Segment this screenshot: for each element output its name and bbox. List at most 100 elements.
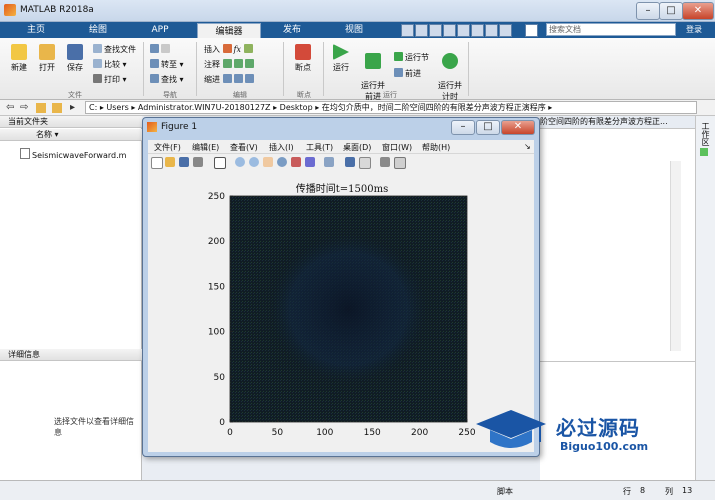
seismic-wavefield-plot[interactable]: 0 50 100 150 200 250 0 50 100 150 200 250 (143, 118, 541, 458)
current-folder-path[interactable]: C: ▸ Users ▸ Administrator.WIN7U-2018012… (85, 101, 697, 114)
folder-up-icon[interactable] (36, 103, 46, 113)
nav-back-forward[interactable] (150, 44, 172, 54)
x-tick-label: 200 (411, 428, 428, 438)
minimize-button[interactable]: – (636, 2, 660, 20)
current-folder-panel: 当前文件夹 名称 ▾ SeismicwaveForward.m 详细信息 选择文… (0, 116, 142, 499)
insert-button[interactable]: 插入 fx (204, 44, 255, 55)
tab-plots[interactable]: 绘图 (70, 22, 126, 38)
breakpoints-button[interactable]: 断点 (288, 44, 318, 73)
smart-indent-icon (222, 74, 232, 83)
open-button[interactable]: 打开 (32, 44, 62, 73)
run-play-icon (333, 44, 349, 60)
row-value: 8 (640, 486, 646, 495)
goto-button[interactable]: 转至 ▾ (150, 59, 184, 70)
address-bar: ⇦ ⇨ ▸ C: ▸ Users ▸ Administrator.WIN7U-2… (0, 100, 715, 116)
y-tick-label: 0 (219, 418, 225, 428)
figure-window[interactable]: Figure 1 – □ ✕ 文件(F) 编辑(E) 查看(V) 插入(I) 工… (142, 117, 540, 457)
path-segment[interactable]: C: (89, 103, 97, 112)
uncomment-icon (233, 59, 243, 68)
path-segment[interactable]: Desktop (280, 103, 313, 112)
arrow-right-icon (161, 44, 170, 53)
group-navigate-label: 导航 (163, 91, 177, 99)
watermark-url: Biguo100.com (560, 440, 649, 453)
group-file-label: 文件 (68, 91, 82, 99)
find-files-icon (93, 44, 102, 53)
quick-undo-icon[interactable] (457, 24, 470, 37)
compare-button[interactable]: 比较 ▾ (93, 59, 127, 70)
help-question-icon[interactable] (525, 24, 538, 37)
quick-copy-icon[interactable] (429, 24, 442, 37)
y-tick-label: 50 (214, 373, 226, 383)
advance-icon (394, 68, 403, 77)
wrap-comment-icon (244, 59, 254, 68)
run-and-time-button[interactable]: 运行并 计时 (435, 44, 465, 102)
col-label: 列 (665, 487, 673, 496)
breakpoint-icon (295, 44, 311, 60)
quick-cut-icon[interactable] (415, 24, 428, 37)
find-files-button[interactable]: 查找文件 (93, 44, 136, 55)
group-run-label: 运行 (383, 91, 397, 99)
fx-icon[interactable]: fx (234, 45, 241, 54)
browse-folder-icon[interactable] (52, 103, 62, 113)
indent-button[interactable]: 缩进 (204, 74, 256, 85)
run-section-icon (394, 52, 403, 61)
tab-apps[interactable]: APP (132, 22, 188, 38)
insert-section-icon (243, 44, 253, 53)
quick-switch-icon[interactable] (485, 24, 498, 37)
back-arrow-icon[interactable]: ⇦ (6, 102, 14, 113)
folder-open-icon (39, 44, 55, 60)
new-button[interactable]: 新建 (4, 44, 34, 73)
increase-indent-icon (233, 74, 243, 83)
x-tick-label: 150 (364, 428, 381, 438)
workspace-collapsed[interactable]: 工作区 (695, 116, 715, 490)
group-edit-label: 编辑 (233, 91, 247, 99)
search-docs-input[interactable]: 搜索文档 (546, 23, 676, 36)
comment-percent-icon (222, 59, 232, 68)
y-tick-label: 200 (208, 237, 225, 247)
quick-paste-icon[interactable] (443, 24, 456, 37)
path-segment[interactable]: Users (106, 103, 128, 112)
x-tick-label: 100 (316, 428, 333, 438)
x-tick-label: 50 (272, 428, 284, 438)
forward-arrow-icon[interactable]: ⇨ (20, 102, 28, 113)
comment-button[interactable]: 注释 (204, 59, 256, 70)
quick-save-icon[interactable] (401, 24, 414, 37)
details-header: 详细信息 (0, 349, 142, 361)
find-button[interactable]: 查找 ▾ (150, 74, 184, 85)
tab-home[interactable]: 主页 (8, 22, 64, 38)
advance-button[interactable]: 前进 (394, 68, 421, 79)
print-button[interactable]: 打印 ▾ (93, 74, 127, 85)
tab-view[interactable]: 视图 (326, 22, 382, 38)
editor-tab[interactable]: 阶空间四阶的有限差分声波方程正... (540, 116, 695, 129)
file-type-label: 脚本 (497, 487, 513, 496)
login-link[interactable]: 登录 (686, 24, 702, 35)
y-tick-label: 150 (208, 282, 225, 292)
details-hint: 选择文件以查看详细信息 (54, 417, 134, 437)
editor-scrollbar[interactable] (670, 161, 681, 351)
path-segment[interactable]: 在均匀介质中，时间二阶空间四阶的有限差分声波方程正演程序 (322, 103, 546, 112)
search-icon (150, 74, 159, 83)
path-segment[interactable]: Administrator.WIN7U-20180127Z (138, 103, 271, 112)
quick-help-icon[interactable] (499, 24, 512, 37)
path-folder-icon: ▸ (70, 102, 76, 113)
list-item[interactable]: SeismicwaveForward.m (20, 148, 126, 160)
save-button[interactable]: 保存 (60, 44, 90, 73)
x-tick-label: 250 (458, 428, 475, 438)
decrease-indent-icon (244, 74, 254, 83)
matlab-logo-icon (4, 4, 16, 16)
tab-publish[interactable]: 发布 (264, 22, 320, 38)
ribbon-toolstrip: 新建 打开 保存 查找文件 比较 ▾ 打印 ▾ 文件 转至 ▾ 查找 ▾ 导航 … (0, 38, 715, 102)
arrow-left-icon (150, 44, 159, 53)
run-section-button[interactable]: 运行节 (394, 52, 429, 63)
maximize-button[interactable]: □ (659, 2, 683, 20)
run-time-icon (442, 53, 458, 69)
col-value: 13 (682, 486, 693, 495)
x-tick-label: 0 (227, 428, 233, 438)
quick-redo-icon[interactable] (471, 24, 484, 37)
goto-icon (150, 59, 159, 68)
name-column-header[interactable]: 名称 ▾ (0, 129, 142, 141)
current-folder-header: 当前文件夹 (0, 116, 142, 128)
run-button[interactable]: 运行 (326, 44, 356, 73)
close-button[interactable]: ✕ (682, 2, 714, 20)
watermark-text: 必过源码 (556, 416, 640, 440)
